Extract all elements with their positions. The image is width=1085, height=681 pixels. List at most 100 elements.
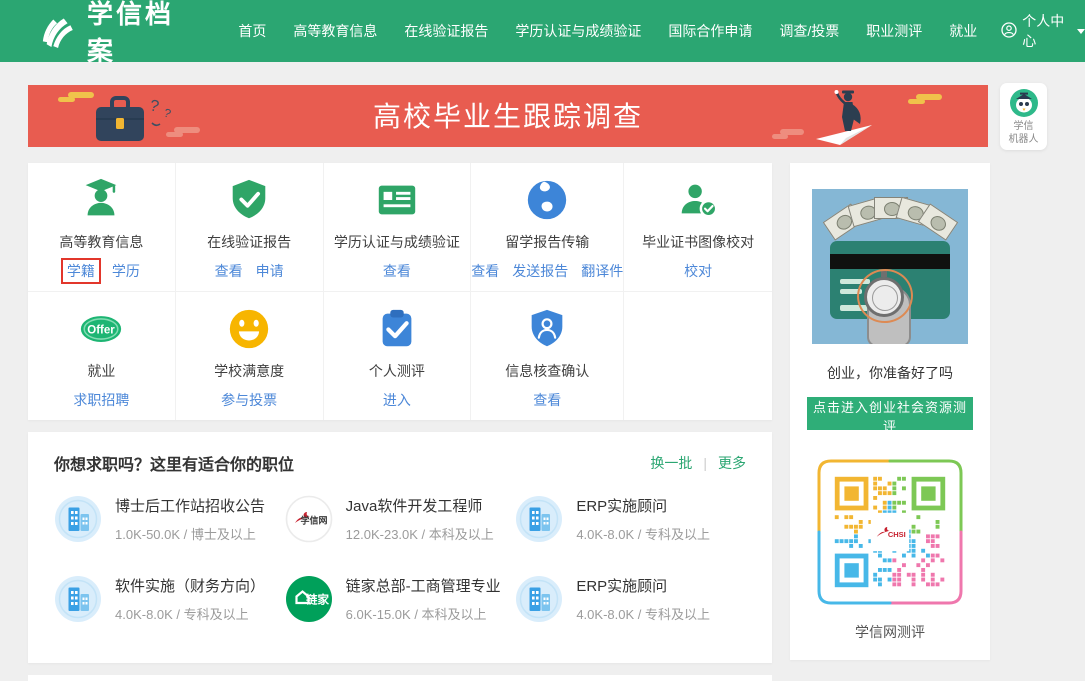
services-grid: 高等教育信息学籍学历在线验证报告查看申请学历认证与成绩验证查看留学报告传输查看发… [28, 163, 772, 420]
certificate-icon [374, 177, 420, 223]
building-icon [515, 575, 563, 623]
service-cell-2: 学历认证与成绩验证查看 [324, 163, 472, 292]
next-section-edge [28, 675, 772, 681]
service-link[interactable]: 学籍 [61, 258, 101, 284]
service-title: 留学报告传输 [505, 232, 589, 252]
job-title: 软件实施（财务方向） [115, 575, 265, 596]
job-item-1[interactable]: 学信网Java软件开发工程师12.0K-23.0K / 本科及以上 [285, 495, 516, 543]
nav-item-0[interactable]: 首页 [238, 21, 266, 41]
service-link[interactable]: 查看 [533, 390, 561, 410]
jobs-header: 你想求职吗？这里有适合你的职位 换一批 | 更多 [28, 432, 772, 485]
jobs-grid: 博士后工作站招收公告 1.0K-50.0K / 博士及以上 学信网 Java软件开发工… [28, 485, 772, 623]
banner-title: 高校毕业生跟踪调查 [373, 95, 643, 135]
nav-item-2[interactable]: 在线验证报告 [404, 21, 488, 41]
service-links: 进入 [383, 390, 411, 410]
job-title: ERP实施顾问 [576, 495, 710, 516]
service-link[interactable]: 查看 [215, 261, 243, 281]
service-title: 就业 [87, 361, 115, 381]
survey-banner[interactable]: ? ? 高校毕业生跟踪调查 [28, 85, 988, 147]
service-link[interactable]: 学历 [112, 261, 140, 281]
service-links: 校对 [684, 261, 712, 281]
person-check-icon [675, 177, 721, 223]
nav-item-4[interactable]: 国际合作申请 [668, 21, 752, 41]
nav-item-3[interactable]: 学历认证与成绩验证 [515, 21, 641, 41]
svg-text:?: ? [162, 106, 173, 121]
robot-label-line2: 机器人 [1000, 133, 1047, 146]
svg-text:链家: 链家 [306, 593, 329, 607]
service-cell-5: Offer 就业求职招聘 [28, 292, 176, 421]
job-item-3[interactable]: 软件实施（财务方向） 4.0K-8.0K / 专科及以上 [54, 575, 285, 623]
service-title: 个人测评 [369, 361, 425, 381]
qr-code[interactable]: CHSI [815, 457, 965, 607]
service-link[interactable]: 发送报告 [512, 261, 568, 281]
svg-text:学信网: 学信网 [300, 515, 327, 526]
job-item-2[interactable]: ERP实施顾问 4.0K-8.0K / 专科及以上 [515, 495, 746, 543]
service-links: 学籍学历 [63, 261, 140, 281]
service-links: 查看发送报告翻译件 [471, 261, 623, 281]
nav-item-7[interactable]: 就业 [949, 21, 977, 41]
job-item-4[interactable]: 链家 链家总部-工商管理专业 6.0K-15.0K / 本科及以上 [285, 575, 516, 623]
refresh-jobs-link[interactable]: 换一批 [650, 453, 692, 473]
service-link[interactable]: 参与投票 [221, 390, 277, 410]
offer-badge-icon: Offer [78, 306, 124, 352]
separator: | [703, 455, 707, 471]
more-jobs-link[interactable]: 更多 [718, 453, 746, 473]
service-link[interactable]: 翻译件 [581, 261, 623, 281]
user-menu[interactable]: 个人中心 [1001, 11, 1085, 51]
service-link[interactable]: 申请 [256, 261, 284, 281]
building-icon [515, 495, 563, 543]
chsi-logo-icon: 学信网 [285, 495, 333, 543]
service-cell-8: 信息核查确认查看 [471, 292, 624, 421]
sidebar: 创业，你准备好了吗 点击进入创业社会资源测评 CHSI 学信网测评 [790, 163, 990, 660]
user-circle-icon [1001, 22, 1017, 41]
svg-text:Offer: Offer [88, 324, 116, 336]
chevron-down-icon [1077, 29, 1085, 34]
service-cell-6: 学校满意度参与投票 [176, 292, 324, 421]
service-link[interactable]: 求职招聘 [73, 390, 129, 410]
service-link[interactable]: 进入 [383, 390, 411, 410]
svg-text:CHSI: CHSI [888, 530, 906, 539]
service-cell-4: 毕业证书图像校对校对 [624, 163, 772, 292]
top-navbar: 学信档案 首页高等教育信息在线验证报告学历认证与成绩验证国际合作申请调查/投票职… [0, 0, 1085, 62]
job-title: Java软件开发工程师 [346, 495, 494, 516]
job-title: 博士后工作站招收公告 [115, 495, 265, 516]
chsi-fan-logo-icon [40, 10, 78, 53]
globe-icon [524, 177, 570, 223]
graduate-paper-plane-illustration [764, 85, 974, 147]
job-salary-degree: 4.0K-8.0K / 专科及以上 [576, 604, 710, 623]
lianjia-logo-icon: 链家 [285, 575, 333, 623]
brand[interactable]: 学信档案 [40, 0, 188, 68]
robot-label-line1: 学信 [1000, 120, 1047, 133]
clipboard-check-icon [374, 306, 420, 352]
service-cell-1: 在线验证报告查看申请 [176, 163, 324, 292]
job-item-0[interactable]: 博士后工作站招收公告 1.0K-50.0K / 博士及以上 [54, 495, 285, 543]
service-title: 毕业证书图像校对 [642, 232, 754, 252]
service-title: 学历认证与成绩验证 [334, 232, 460, 252]
nav-item-1[interactable]: 高等教育信息 [293, 21, 377, 41]
job-salary-degree: 4.0K-8.0K / 专科及以上 [576, 524, 710, 543]
robot-assistant[interactable]: 学信 机器人 [1000, 83, 1047, 150]
building-icon [54, 495, 102, 543]
job-salary-degree: 4.0K-8.0K / 专科及以上 [115, 604, 265, 623]
smiley-icon [226, 306, 272, 352]
user-menu-label: 个人中心 [1022, 11, 1070, 51]
service-link[interactable]: 校对 [684, 261, 712, 281]
briefcase-illustration: ? ? [46, 85, 246, 147]
job-salary-degree: 6.0K-15.0K / 本科及以上 [346, 604, 501, 623]
job-item-5[interactable]: ERP实施顾问4.0K-8.0K / 专科及以上 [515, 575, 746, 623]
services-panel: 高等教育信息学籍学历在线验证报告查看申请学历认证与成绩验证查看留学报告传输查看发… [28, 163, 772, 420]
job-salary-degree: 1.0K-50.0K / 博士及以上 [115, 524, 265, 543]
startup-assessment-button[interactable]: 点击进入创业社会资源测评 [807, 397, 973, 430]
job-title: 链家总部-工商管理专业 [346, 575, 501, 596]
service-links: 查看 [383, 261, 411, 281]
service-link[interactable]: 查看 [471, 261, 499, 281]
service-title: 信息核查确认 [505, 361, 589, 381]
nav-item-6[interactable]: 职业测评 [866, 21, 922, 41]
startup-promo-image[interactable] [812, 189, 968, 344]
service-title: 在线验证报告 [207, 232, 291, 252]
shield-check-icon [226, 177, 272, 223]
jobs-actions: 换一批 | 更多 [650, 453, 746, 473]
service-link[interactable]: 查看 [383, 261, 411, 281]
service-links: 参与投票 [221, 390, 277, 410]
nav-item-5[interactable]: 调查/投票 [779, 21, 839, 41]
